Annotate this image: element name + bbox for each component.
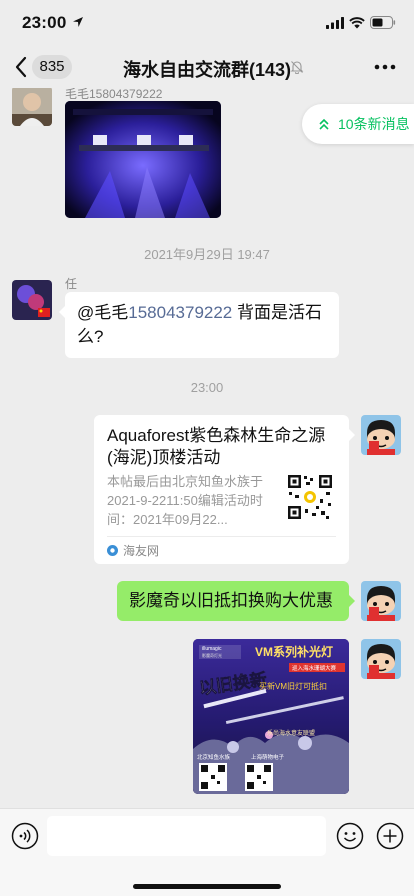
new-messages-label: 10条新消息: [338, 116, 410, 132]
message-text-input[interactable]: [47, 816, 326, 856]
mute-bell-icon: [290, 61, 304, 74]
qr-code-image: [286, 473, 334, 521]
sent-text-bubble[interactable]: 影魔奇以旧抵扣换购大优惠: [117, 581, 355, 621]
wifi-icon: [349, 17, 365, 29]
card-source-label: 海友网: [123, 544, 160, 558]
cellular-signal-icon: [326, 17, 344, 29]
voice-input-icon[interactable]: [11, 822, 39, 850]
location-arrow-icon: [73, 17, 83, 27]
message-list[interactable]: 毛毛15804379222 10条新消息 2021年9月29日 19:47 任 …: [0, 88, 414, 808]
timestamp: 23:00: [190, 380, 224, 395]
new-messages-pill[interactable]: 10条新消息: [302, 104, 414, 144]
emoji-icon[interactable]: [336, 822, 364, 850]
home-indicator[interactable]: [133, 884, 281, 889]
poster-brand: illumagic: [202, 646, 222, 652]
sender-name: 任: [65, 277, 78, 291]
battery-icon: [370, 16, 396, 29]
add-attachment-icon[interactable]: [376, 822, 404, 850]
poster-brand-sub: 影魔奇灯光: [202, 652, 222, 658]
status-bar: 23:00: [0, 0, 414, 46]
card-description: 本帖最后由北京知鱼水族于2021-9-2211:50编辑活动时间：2021年09…: [107, 474, 264, 527]
avatar-self[interactable]: [361, 639, 401, 679]
poster-store-line: 乐尚海水意友联盟: [267, 729, 315, 737]
card-title: Aquaforest紫色森林生命之源(海泥)顶楼活动: [107, 426, 326, 467]
text-message-bubble[interactable]: @毛毛15804379222 背面是活石么?: [59, 292, 339, 358]
poster-footer-left: 北京知鱼水族: [197, 753, 231, 761]
avatar-ren[interactable]: [12, 280, 52, 320]
double-chevron-up-icon: [319, 118, 329, 130]
chat-title: 海水自由交流群(143): [122, 60, 292, 80]
poster-footer-right: 上海萌物电子: [251, 753, 285, 761]
chat-header: 835 海水自由交流群(143): [0, 46, 414, 88]
avatar-self[interactable]: [361, 415, 401, 455]
poster-subheading: 巡入海水珊瑚大赛: [292, 664, 337, 672]
shared-link-card[interactable]: Aquaforest紫色森林生命之源(海泥)顶楼活动 本帖最后由北京知鱼水族于2…: [94, 415, 355, 564]
sender-name: 毛毛15804379222: [65, 88, 163, 101]
status-time: 23:00: [22, 13, 67, 32]
message-input-bar: [0, 808, 414, 896]
avatar-self[interactable]: [361, 581, 401, 621]
more-options-icon[interactable]: [374, 64, 396, 70]
source-app-icon: [107, 545, 118, 556]
card-divider: [107, 536, 336, 537]
promo-poster-image[interactable]: illumagic 影魔奇灯光 VM系列补光灯 巡入海水珊瑚大赛 以旧换新 买新…: [193, 639, 349, 794]
timestamp: 2021年9月29日 19:47: [144, 247, 270, 262]
aquarium-photo[interactable]: [65, 101, 221, 218]
phone-number-link[interactable]: 15804379222: [128, 303, 232, 322]
poster-trade-text: 买新VM旧灯可抵扣: [259, 681, 327, 691]
mention-prefix: @毛毛: [77, 303, 129, 322]
avatar-maomao[interactable]: [12, 88, 52, 126]
poster-heading: VM系列补光灯: [255, 644, 333, 659]
